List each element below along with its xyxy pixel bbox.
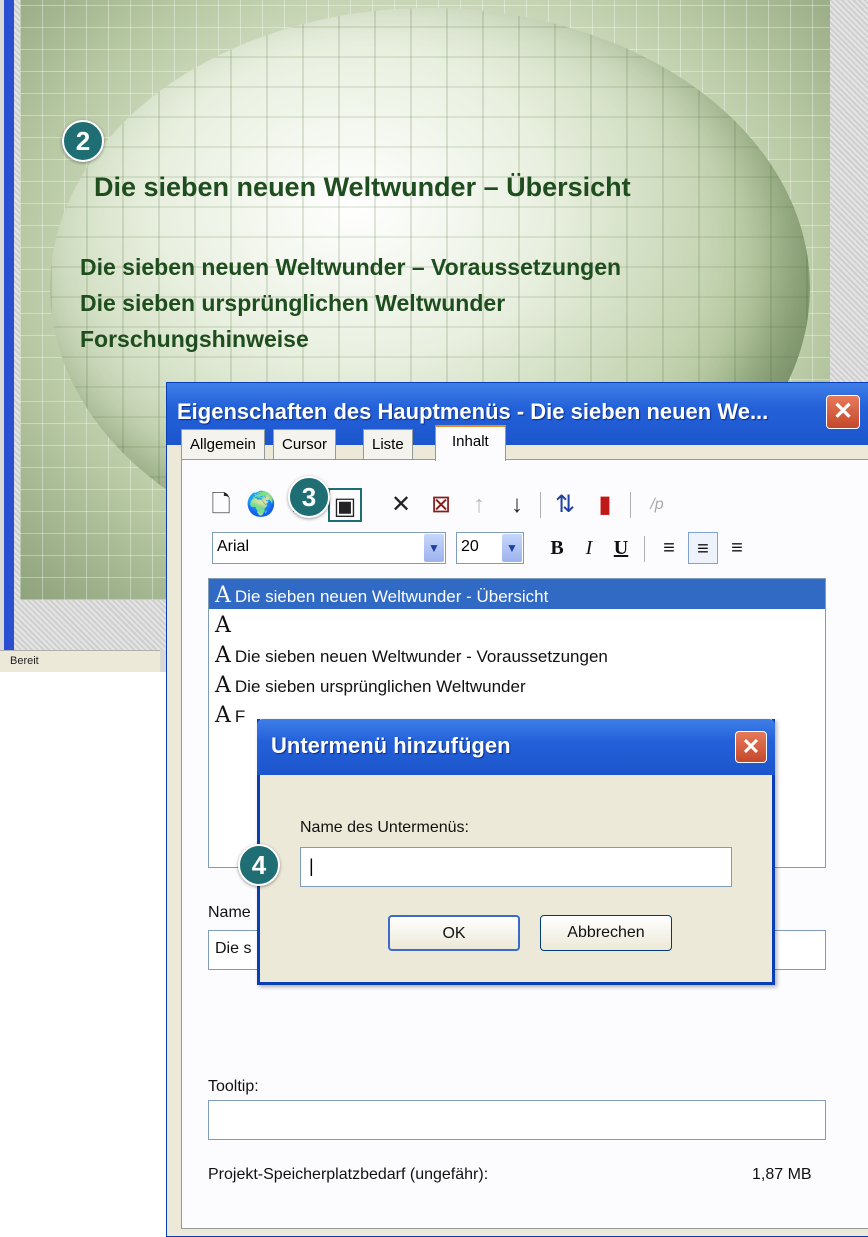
align-right-button[interactable]: ≡ (722, 532, 752, 564)
window-frame (4, 0, 14, 650)
add-submenu-icon[interactable]: ▣ (328, 488, 362, 522)
delete-icon[interactable]: ✕ (384, 488, 418, 522)
text-item-icon: A (215, 583, 231, 608)
ok-button[interactable]: OK (388, 915, 520, 951)
close-icon[interactable]: ✕ (826, 395, 860, 429)
slide-menu-line: Die sieben neuen Weltwunder – Voraussetz… (80, 254, 622, 280)
memory-usage-label: Projekt-Speicherplatzbedarf (ungefähr): (208, 1166, 489, 1183)
step-badge-3: 3 (288, 476, 330, 518)
tooltip-field[interactable] (208, 1100, 826, 1140)
tab-allgemein[interactable]: Allgemein (181, 429, 265, 459)
toolbar-separator (630, 492, 631, 518)
move-up-icon[interactable]: ↑ (462, 488, 496, 522)
font-size-select[interactable]: 20 ▼ (456, 532, 524, 564)
dialog-title: Eigenschaften des Hauptmenüs - Die siebe… (177, 399, 769, 424)
list-item[interactable]: A Die sieben ursprünglichen Weltwunder (209, 669, 825, 699)
sort-icon[interactable]: ⇅ (548, 488, 582, 522)
delete-all-icon[interactable]: ⊠ (424, 488, 458, 522)
new-item-icon[interactable]: 🗋 (204, 488, 238, 522)
move-down-icon[interactable]: ↓ (500, 488, 534, 522)
font-family-value: Arial (217, 538, 250, 555)
paragraph-icon[interactable]: /p (640, 488, 674, 522)
tab-inhalt[interactable]: Inhalt (435, 425, 506, 461)
slide-menu-line: Die sieben ursprünglichen Weltwunder (80, 290, 506, 316)
submenu-name-input[interactable]: | (300, 847, 732, 887)
align-left-button[interactable]: ≡ (654, 532, 684, 564)
text-item-icon: A (215, 613, 231, 638)
text-item-icon: A (215, 643, 231, 668)
italic-button[interactable]: I (574, 532, 604, 564)
toolbar-separator (540, 492, 541, 518)
memory-usage-value: 1,87 MB (752, 1166, 812, 1183)
slide-title: Die sieben neuen Weltwunder – Übersicht (94, 172, 631, 202)
align-center-button[interactable]: ≡ (688, 532, 718, 564)
list-item-label: Die sieben neuen Weltwunder - Übersicht (234, 587, 549, 606)
tooltip-label: Tooltip: (208, 1078, 259, 1095)
font-family-select[interactable]: Arial ▼ (212, 532, 446, 564)
add-link-icon[interactable]: 🌍 (244, 488, 278, 522)
list-item-label: Die sieben neuen Weltwunder - Voraussetz… (234, 647, 608, 666)
format-toolbar: Arial ▼ 20 ▼ B I U ≡ ≡ ≡ (212, 532, 852, 568)
font-size-value: 20 (461, 538, 479, 555)
tab-liste[interactable]: Liste (363, 429, 413, 459)
slide-menu-line: Forschungshinweise (80, 326, 309, 352)
toolbar-separator (644, 536, 645, 562)
dialog-title: Untermenü hinzufügen (271, 733, 511, 758)
underline-button[interactable]: U (606, 532, 636, 564)
chevron-down-icon[interactable]: ▼ (424, 534, 444, 562)
step-badge-2: 2 (62, 120, 104, 162)
name-label: Name (208, 904, 251, 921)
list-item-label: F (234, 707, 246, 726)
text-item-icon: A (215, 703, 231, 728)
step-badge-4: 4 (238, 844, 280, 886)
dialog-titlebar[interactable]: Untermenü hinzufügen ✕ (257, 719, 775, 775)
list-item[interactable]: A Die sieben neuen Weltwunder - Vorausset… (209, 639, 825, 669)
list-item[interactable]: A (209, 609, 825, 639)
color-icon[interactable]: ▮ (588, 488, 622, 522)
submenu-name-label: Name des Untermenüs: (300, 819, 469, 836)
list-item[interactable]: A Die sieben neuen Weltwunder - Übersicht (209, 579, 825, 609)
close-icon[interactable]: ✕ (735, 731, 767, 763)
status-bar: Bereit (0, 650, 160, 672)
list-item-label: Die sieben ursprünglichen Weltwunder (234, 677, 526, 696)
tab-cursor[interactable]: Cursor (273, 429, 337, 459)
add-submenu-dialog: Untermenü hinzufügen ✕ Name des Untermen… (257, 719, 775, 985)
bold-button[interactable]: B (542, 532, 572, 564)
chevron-down-icon[interactable]: ▼ (502, 534, 522, 562)
cancel-button[interactable]: Abbrechen (540, 915, 672, 951)
text-item-icon: A (215, 673, 231, 698)
